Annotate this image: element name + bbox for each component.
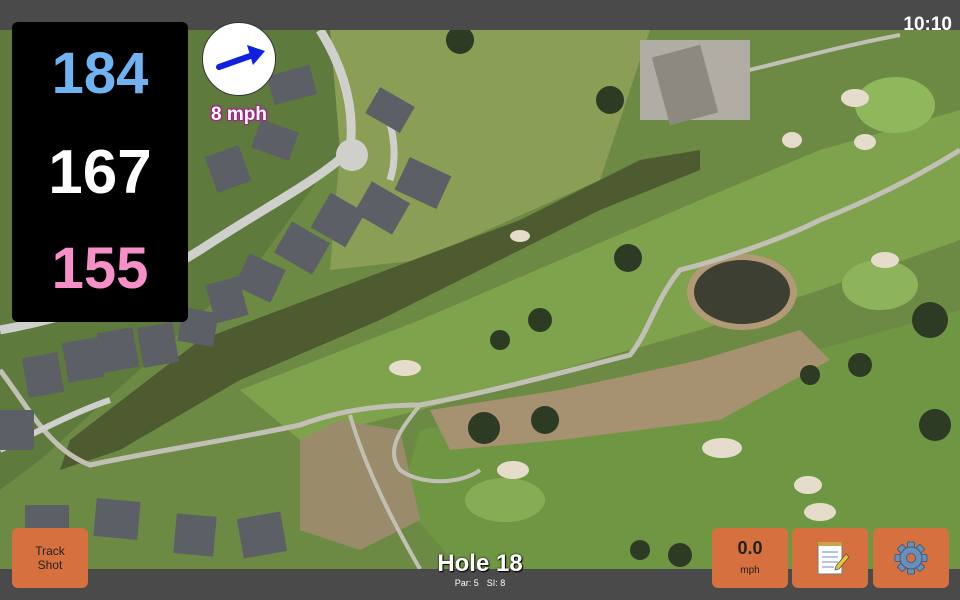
track-shot-label-line1: Track	[35, 544, 65, 558]
status-bar-clock: 10:10	[903, 14, 952, 35]
wind-speed-label: 8 mph	[211, 104, 267, 125]
distance-panel: 184 167 155	[12, 22, 188, 322]
hole-info: Par: 5 SI: 8	[380, 578, 580, 588]
wind-speed-button[interactable]: 0.0 mph	[712, 528, 788, 588]
notepad-icon	[817, 542, 850, 575]
track-shot-label-line2: Shot	[37, 558, 63, 572]
front-of-green-distance: 155	[51, 236, 149, 301]
back-of-green-distance: 184	[51, 41, 149, 106]
wind-arrow-icon	[216, 45, 265, 70]
wind-speed-value: 0.0	[737, 538, 763, 558]
notes-button[interactable]	[792, 528, 868, 588]
hole-par: Par: 5	[454, 578, 479, 588]
track-shot-button[interactable]: Track Shot	[12, 528, 88, 588]
gear-icon	[894, 541, 928, 575]
settings-button[interactable]	[873, 528, 949, 588]
wind-speed-unit: mph	[740, 565, 760, 576]
middle-of-green-distance: 167	[48, 138, 152, 207]
hole-stroke-index: SI: 8	[486, 578, 506, 588]
wind-direction-indicator	[202, 22, 276, 96]
track-shot-label: Track Shot	[12, 544, 88, 572]
hole-title: Hole 18	[437, 550, 523, 577]
